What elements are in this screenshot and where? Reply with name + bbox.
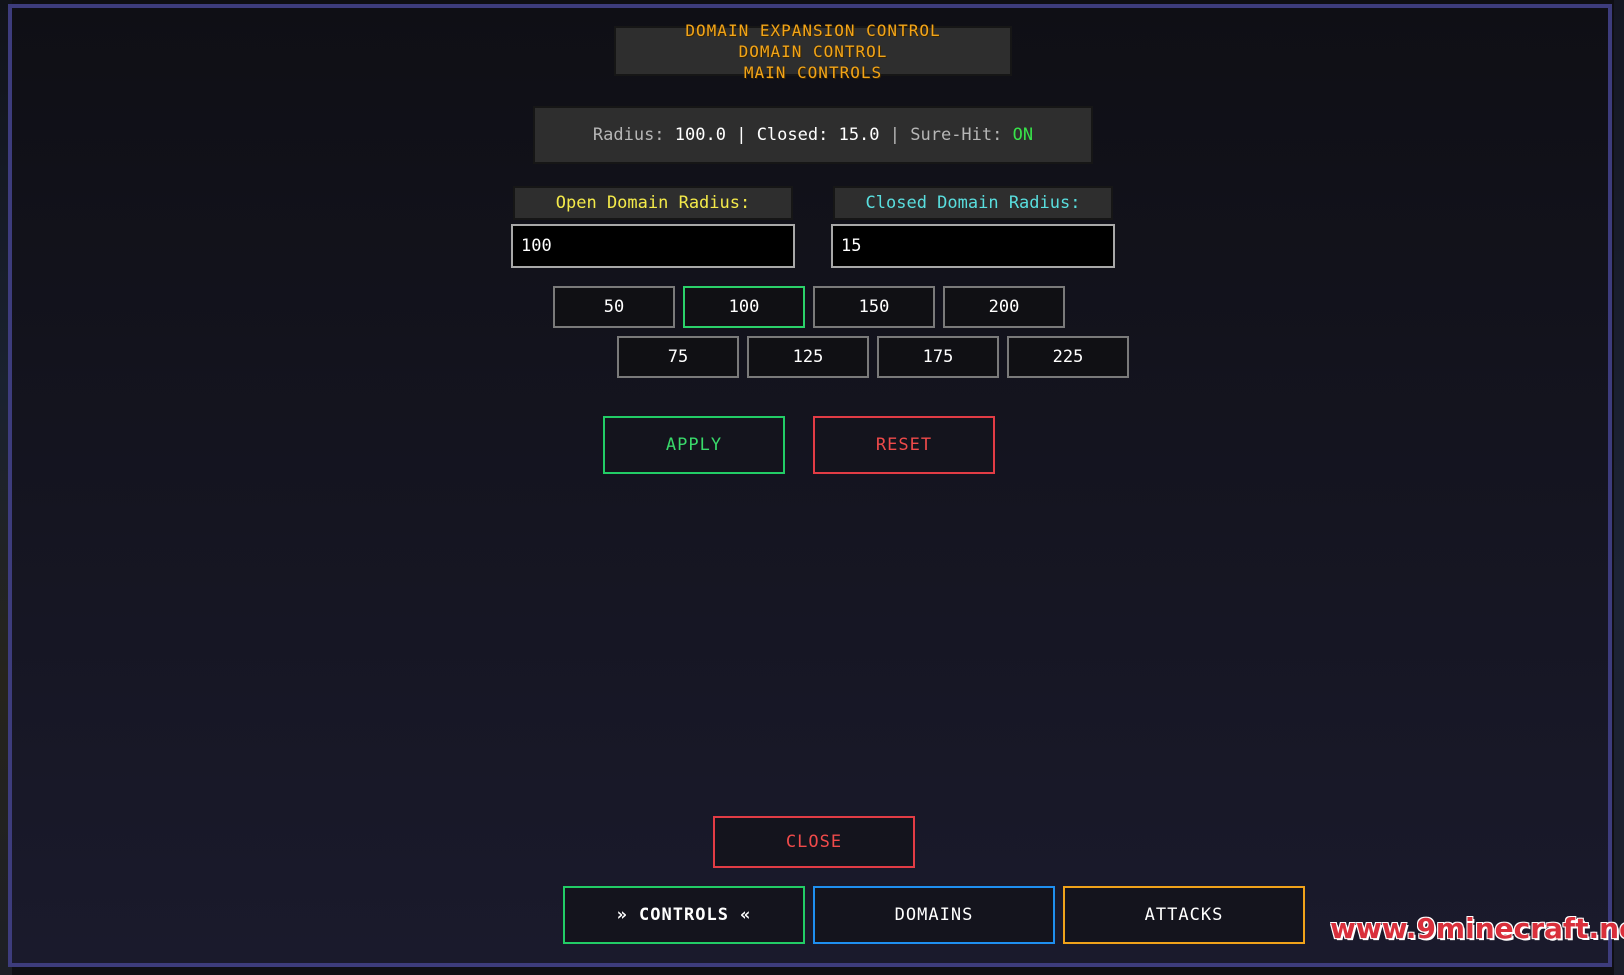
closed-label: Closed: bbox=[756, 125, 839, 145]
reset-button[interactable]: RESET bbox=[813, 416, 995, 474]
preset-button-50[interactable]: 50 bbox=[553, 286, 675, 328]
gui-title: DOMAIN EXPANSION CONTROL bbox=[685, 20, 941, 40]
apply-button[interactable]: APPLY bbox=[603, 416, 785, 474]
open-domain-radius-input[interactable] bbox=[511, 224, 795, 268]
site-watermark: www.9minecraft.net bbox=[1330, 912, 1624, 945]
preset-button-125[interactable]: 125 bbox=[747, 336, 869, 378]
gui-subtitle: DOMAIN CONTROL bbox=[738, 41, 888, 61]
radius-value: 100.0 bbox=[674, 125, 726, 145]
section-title: MAIN CONTROLS bbox=[743, 62, 883, 82]
radius-label: Radius: bbox=[592, 125, 675, 145]
preset-button-150[interactable]: 150 bbox=[813, 286, 935, 328]
preset-button-225[interactable]: 225 bbox=[1007, 336, 1129, 378]
open-domain-radius-label: Open Domain Radius: bbox=[513, 186, 793, 220]
closed-domain-radius-input[interactable] bbox=[831, 224, 1115, 268]
separator: | bbox=[879, 125, 911, 145]
closed-value: 15.0 bbox=[838, 125, 880, 145]
surehit-value: ON bbox=[1012, 125, 1034, 145]
tab-controls[interactable]: » CONTROLS « bbox=[563, 886, 805, 944]
tab-domains[interactable]: DOMAINS bbox=[813, 886, 1055, 944]
title-panel: DOMAIN EXPANSION CONTROL DOMAIN CONTROL … bbox=[614, 21, 1012, 82]
preset-button-75[interactable]: 75 bbox=[617, 336, 739, 378]
preset-button-175[interactable]: 175 bbox=[877, 336, 999, 378]
tab-attacks[interactable]: ATTACKS bbox=[1063, 886, 1305, 944]
preset-button-100[interactable]: 100 bbox=[683, 286, 805, 328]
closed-domain-radius-label: Closed Domain Radius: bbox=[833, 186, 1113, 220]
surehit-label: Sure-Hit: bbox=[910, 125, 1013, 145]
preset-button-200[interactable]: 200 bbox=[943, 286, 1065, 328]
separator: | bbox=[725, 125, 757, 145]
close-button[interactable]: CLOSE bbox=[713, 816, 915, 868]
status-bar: Radius: 100.0 | Closed: 15.0 | Sure-Hit:… bbox=[533, 106, 1093, 164]
game-world-background-right bbox=[1614, 0, 1624, 975]
